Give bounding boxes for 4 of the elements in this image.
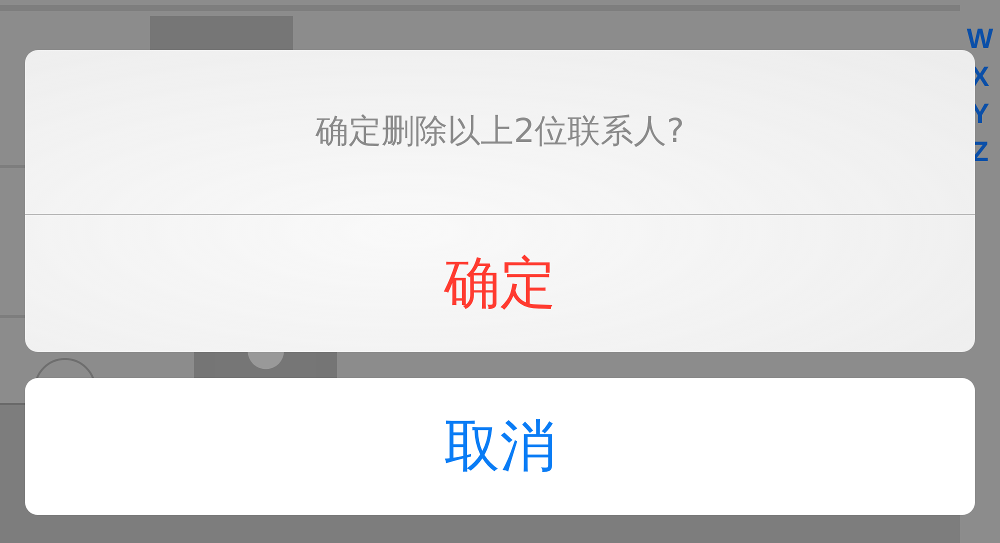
index-letter[interactable]: W: [966, 22, 994, 56]
alert-message: 确定删除以上2位联系人?: [316, 110, 684, 152]
confirm-button[interactable]: 确定: [25, 215, 975, 352]
cancel-button[interactable]: 取消: [25, 378, 975, 515]
